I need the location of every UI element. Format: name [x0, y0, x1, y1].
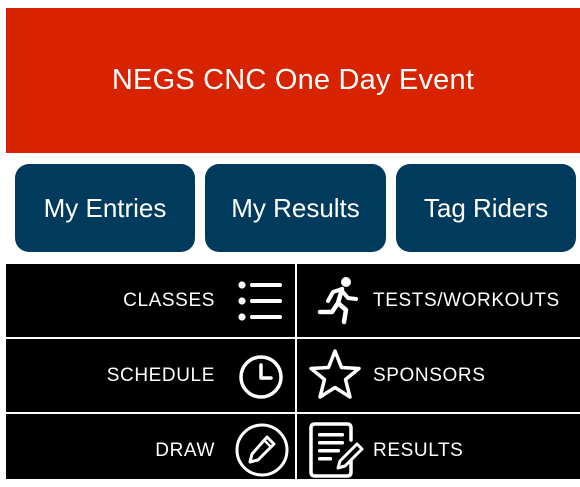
menu-item-label: SCHEDULE — [106, 365, 215, 386]
my-results-label: My Results — [231, 192, 360, 223]
menu-item-label: TESTS/WORKOUTS — [373, 290, 560, 311]
event-title: NEGS CNC One Day Event — [111, 64, 475, 96]
menu-item-results[interactable]: RESULTS — [297, 414, 580, 487]
event-title-banner: NEGS CNC One Day Event — [6, 8, 580, 153]
my-entries-button[interactable]: My Entries — [15, 164, 195, 252]
menu-item-label: CLASSES — [123, 290, 215, 311]
menu-item-label: DRAW — [155, 440, 215, 461]
running-person-icon — [315, 276, 361, 326]
pencil-circle-icon — [234, 422, 290, 478]
menu-item-schedule[interactable]: SCHEDULE — [6, 339, 295, 412]
tag-riders-label: Tag Riders — [423, 192, 549, 223]
my-entries-label: My Entries — [43, 192, 167, 223]
menu-item-label: SPONSORS — [373, 365, 486, 386]
menu-item-sponsors[interactable]: SPONSORS — [297, 339, 580, 412]
list-icon — [238, 280, 284, 322]
document-edit-icon — [307, 420, 365, 480]
my-results-button[interactable]: My Results — [205, 164, 386, 252]
menu-item-tests-workouts[interactable]: TESTS/WORKOUTS — [297, 264, 580, 337]
menu-item-draw[interactable]: DRAW — [6, 414, 295, 487]
menu-item-label: RESULTS — [373, 440, 464, 461]
star-icon — [307, 347, 363, 403]
menu-item-classes[interactable]: CLASSES — [6, 264, 295, 337]
clock-icon — [237, 353, 285, 401]
tag-riders-button[interactable]: Tag Riders — [396, 164, 576, 252]
menu-grid: CLASSES TESTS/WORKOUTS SCHEDULE SPONSORS… — [6, 264, 580, 479]
